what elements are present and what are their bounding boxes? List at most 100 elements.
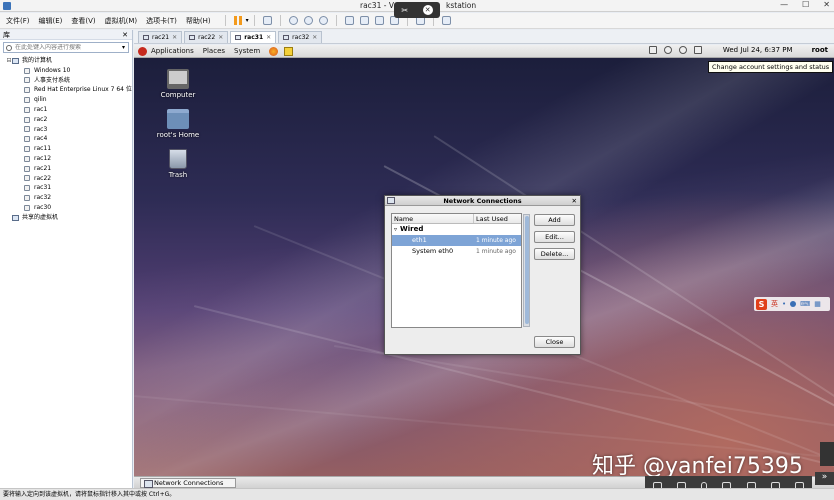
tree-item-vm[interactable]: rac12 <box>0 154 132 164</box>
applications-menu[interactable]: Applications <box>151 47 194 55</box>
scrollbar-thumb[interactable] <box>525 216 529 324</box>
taskbar-network-connections[interactable]: Network Connections <box>140 478 236 488</box>
tree-item-vm[interactable]: rac1 <box>0 105 132 115</box>
desktop-icon-computer[interactable]: Computer <box>148 69 208 99</box>
dialog-titlebar: Network Connections ✕ <box>385 196 580 206</box>
tree-item-vm[interactable]: rac4 <box>0 134 132 144</box>
group-wired[interactable]: ▿ Wired <box>392 224 521 235</box>
menu-help[interactable]: 帮助(H) <box>186 16 211 26</box>
close-icon[interactable]: ✕ <box>422 5 433 15</box>
tab-rac32[interactable]: rac32 ✕ <box>278 31 323 43</box>
grid-icon[interactable]: ▦ <box>814 300 821 308</box>
desktop-icon-trash[interactable]: Trash <box>148 149 208 179</box>
volume-icon[interactable] <box>678 46 687 54</box>
chevron-down-icon[interactable]: ▾ <box>246 17 249 24</box>
tree-item-vm[interactable]: rac2 <box>0 115 132 125</box>
toolbar-divider <box>253 15 255 26</box>
tree-item-vm[interactable]: rac11 <box>0 144 132 154</box>
tree-item-vm[interactable]: rac30 <box>0 203 132 213</box>
update-icon[interactable] <box>648 46 657 54</box>
pin-icon[interactable]: ✂ <box>401 6 408 15</box>
tab-label: rac32 <box>292 34 310 41</box>
console-view-icon[interactable] <box>374 16 384 25</box>
firefox-icon[interactable] <box>269 46 279 56</box>
double-chevron-right-icon[interactable]: » <box>815 472 834 485</box>
vm-icon <box>24 67 30 74</box>
tab-rac22[interactable]: rac22 ✕ <box>184 31 229 43</box>
connections-list[interactable]: Name Last Used ▿ Wired eth1 1 minute ago… <box>391 213 522 328</box>
library-search[interactable]: ▾ <box>3 42 129 53</box>
tree-item-vm[interactable]: 人事支付系统 <box>0 76 132 86</box>
tree-label: rac2 <box>34 115 48 123</box>
ime-language-toggle[interactable]: 英 <box>771 299 778 309</box>
punctuation-icon[interactable]: • <box>782 300 786 308</box>
tree-item-vm[interactable]: rac3 <box>0 125 132 135</box>
ime-toolbar[interactable]: S 英 • ⌨ ▦ <box>754 297 830 311</box>
tree-item-vm[interactable]: rac21 <box>0 164 132 174</box>
guest-desktop[interactable]: Applications Places System Wed Jul 24, 6… <box>134 45 834 488</box>
places-menu[interactable]: Places <box>203 47 225 55</box>
menu-vm[interactable]: 虚拟机(M) <box>105 16 138 26</box>
list-scrollbar[interactable] <box>523 214 530 327</box>
menu-file[interactable]: 文件(F) <box>6 16 30 26</box>
tree-item-vm[interactable]: rac22 <box>0 174 132 184</box>
clock[interactable]: Wed Jul 24, 6:37 PM <box>723 46 793 54</box>
column-last-used[interactable]: Last Used <box>474 214 508 223</box>
vm-icon <box>24 136 30 143</box>
tree-item-my-computer[interactable]: ⊟ 我的计算机 <box>0 56 132 66</box>
close-icon[interactable]: ✕ <box>172 34 177 41</box>
menu-view[interactable]: 查看(V) <box>71 16 95 26</box>
tree-item-vm[interactable]: Red Hat Enterprise Linux 7 64 位 <box>0 85 132 95</box>
tab-rac31[interactable]: rac31 ✕ <box>230 31 277 43</box>
list-header: Name Last Used <box>392 214 521 224</box>
list-item[interactable]: eth1 1 minute ago <box>392 235 521 246</box>
menu-tabs[interactable]: 选项卡(T) <box>146 16 177 26</box>
snapshot-manager-icon[interactable] <box>318 16 328 25</box>
keyboard-icon[interactable]: ⌨ <box>800 300 810 308</box>
sogou-logo-icon: S <box>756 298 767 310</box>
delete-button[interactable]: Delete... <box>534 248 575 260</box>
toolbar-divider <box>224 15 226 26</box>
notes-icon[interactable] <box>284 46 294 56</box>
chevron-down-icon[interactable]: ▾ <box>122 44 125 51</box>
close-button[interactable]: Close <box>534 336 575 348</box>
thumbnail-view-icon[interactable] <box>359 16 369 25</box>
microphone-icon[interactable] <box>790 301 797 307</box>
chevron-down-icon[interactable]: ▿ <box>394 224 397 235</box>
home-folder-icon <box>167 109 189 129</box>
list-item[interactable]: System eth0 1 minute ago <box>392 246 521 257</box>
minimize-icon[interactable]: — <box>780 0 788 9</box>
connection-last-used: 1 minute ago <box>476 248 516 255</box>
tab-rac21[interactable]: rac21 ✕ <box>138 31 183 43</box>
send-keys-icon[interactable] <box>262 16 272 25</box>
close-icon[interactable]: ✕ <box>266 34 271 41</box>
system-menu[interactable]: System <box>234 47 260 55</box>
menu-edit[interactable]: 编辑(E) <box>39 16 63 26</box>
remote-side-handle[interactable] <box>820 442 834 466</box>
maximize-icon[interactable]: ☐ <box>802 0 809 9</box>
column-name[interactable]: Name <box>392 214 474 223</box>
add-button[interactable]: Add <box>534 214 575 226</box>
tree-item-vm[interactable]: rac32 <box>0 193 132 203</box>
desktop-icon-home[interactable]: root's Home <box>148 109 208 139</box>
snapshot-icon[interactable] <box>288 16 298 25</box>
info-icon[interactable] <box>663 46 672 54</box>
library-view-icon[interactable] <box>344 16 354 25</box>
pause-icon[interactable] <box>234 16 243 25</box>
tree-label: qilin <box>34 96 47 104</box>
network-icon[interactable] <box>693 46 702 54</box>
tree-item-shared-vms[interactable]: 共享的虚拟机 <box>0 213 132 223</box>
tree-item-vm[interactable]: rac31 <box>0 183 132 193</box>
close-icon[interactable]: ✕ <box>823 0 830 9</box>
edit-button[interactable]: Edit... <box>534 231 575 243</box>
revert-snapshot-icon[interactable] <box>303 16 313 25</box>
stretch-view-icon[interactable] <box>441 16 451 25</box>
close-icon[interactable]: ✕ <box>312 34 317 41</box>
user-menu[interactable]: root <box>812 46 828 54</box>
tree-item-vm[interactable]: qilin <box>0 95 132 105</box>
search-input[interactable] <box>15 44 119 51</box>
close-icon[interactable]: ✕ <box>218 34 223 41</box>
tree-item-vm[interactable]: Windows 10 <box>0 66 132 76</box>
close-icon[interactable]: ✕ <box>572 196 577 206</box>
close-icon[interactable]: ✕ <box>122 30 128 40</box>
